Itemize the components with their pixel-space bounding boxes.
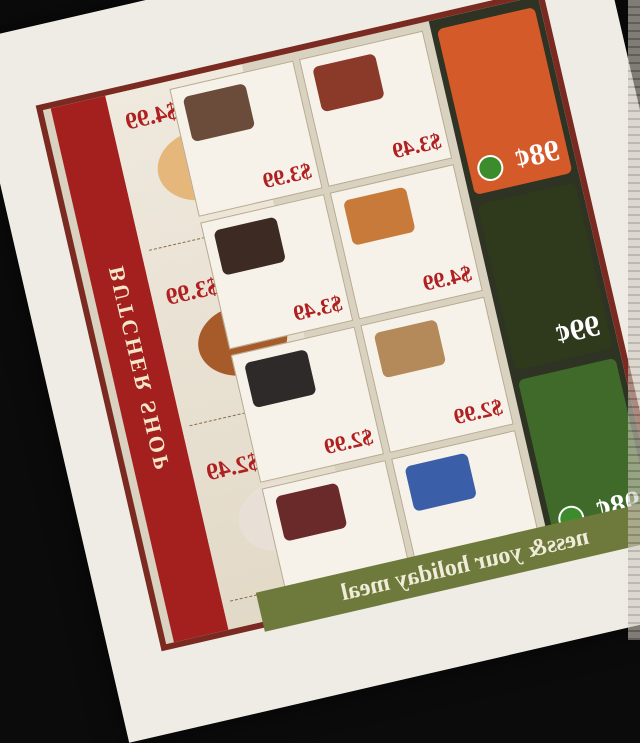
spiral-binding bbox=[628, 0, 640, 640]
organic-icon bbox=[474, 152, 506, 184]
product-cell: $2.99 bbox=[360, 296, 514, 453]
product-image bbox=[404, 452, 478, 512]
product-image bbox=[243, 349, 317, 409]
product-cell: $4.99 bbox=[329, 163, 483, 320]
product-price: $3.49 bbox=[290, 290, 345, 326]
produce-price: 98¢ bbox=[511, 133, 563, 176]
product-cell: $3.49 bbox=[200, 193, 354, 350]
product-price: $4.99 bbox=[420, 260, 475, 296]
product-cell: $3.49 bbox=[298, 30, 453, 187]
product-price: $3.99 bbox=[260, 157, 314, 193]
product-price: $3.49 bbox=[389, 127, 444, 163]
produce-price: 99¢ bbox=[551, 308, 604, 352]
product-image bbox=[373, 319, 447, 379]
product-image bbox=[182, 83, 256, 143]
produce-avocados: 99¢ bbox=[477, 182, 613, 371]
product-price: $2.99 bbox=[321, 423, 376, 459]
product-image bbox=[312, 53, 385, 113]
product-image bbox=[213, 216, 286, 276]
product-cell: $2.99 bbox=[230, 326, 384, 483]
product-image bbox=[342, 186, 416, 246]
product-image bbox=[274, 482, 348, 542]
produce-tomatoes: 98¢ bbox=[436, 6, 573, 196]
product-price: $2.99 bbox=[451, 393, 505, 429]
